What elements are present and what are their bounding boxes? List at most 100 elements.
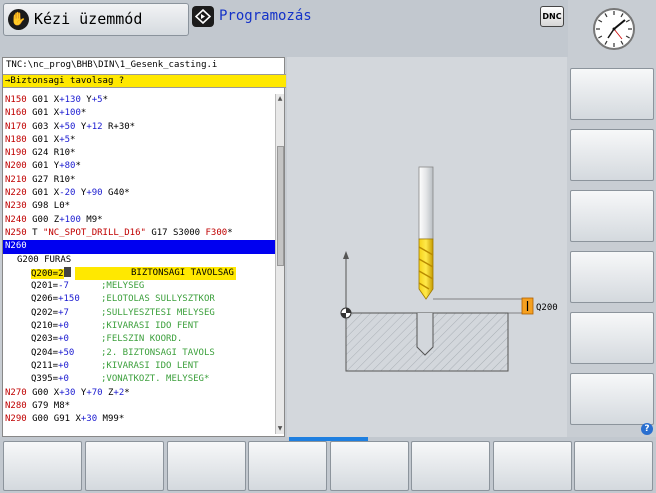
vertical-softkey-bar (568, 0, 656, 437)
line-number: N200 (5, 161, 27, 172)
line-code: G40* (102, 188, 130, 199)
program-line[interactable]: N240 G00 Z+100 M9* (3, 214, 275, 227)
tool-name: "NC_SPOT_DRILL_D16" (42, 227, 146, 238)
active-param-comment: BIZTONSAGI TAVOLSAG (75, 266, 236, 281)
vertical-softkey-6[interactable] (570, 373, 654, 425)
program-line-selected[interactable]: N260 (3, 240, 275, 254)
programming-mode-label: Programozás (219, 8, 312, 24)
scroll-up-arrow-icon[interactable]: ▲ (276, 95, 284, 103)
line-value: +2 (113, 387, 125, 398)
softkey-6[interactable] (411, 441, 490, 491)
program-line[interactable]: N280 G79 M8* (3, 400, 275, 413)
scrollbar-thumb[interactable] (277, 146, 284, 266)
softkey-7[interactable] (493, 441, 572, 491)
softkey-5[interactable] (330, 441, 409, 491)
param-name: Q211= (31, 360, 59, 371)
line-code: * (124, 387, 130, 398)
scroll-down-arrow-icon[interactable]: ▼ (276, 425, 284, 433)
param-name: Q206= (31, 294, 59, 305)
hand-icon: ✋ (8, 9, 29, 30)
param-value: +0 (58, 334, 69, 345)
program-line[interactable]: N160 G01 X+100* (3, 107, 275, 120)
softkey-1[interactable] (3, 441, 82, 491)
cycle-param-active[interactable]: Q200=2 BIZTONSAGI TAVOLSAG (3, 266, 275, 281)
cycle-param-line[interactable]: Q202=+7 ;SULLYESZTESI MELYSEG (3, 307, 275, 320)
active-param-value: Q200=2 (31, 268, 64, 279)
workpiece-shape (345, 312, 509, 372)
program-line[interactable]: N200 G01 Y+80* (3, 160, 275, 173)
cycle-param-line[interactable]: Q210=+0 ;KIVARASI IDO FENT (3, 320, 275, 333)
dialog-prompt: →Biztonsagi tavolsag ? (3, 74, 286, 88)
vertical-softkey-3[interactable] (570, 190, 654, 242)
program-line[interactable]: N190 G24 R10* (3, 147, 275, 160)
line-value: +100 (59, 108, 81, 119)
line-number: N170 (5, 121, 27, 132)
line-number: N290 (5, 414, 27, 425)
line-code: Y (75, 121, 87, 132)
vertical-softkey-5[interactable] (570, 312, 654, 364)
program-lines: N150 G01 X+130 Y+5* N160 G01 X+100* N170 G… (3, 94, 275, 426)
line-code: Z (102, 387, 114, 398)
param-comment: ;SULLYESZTESI MELYSEG (101, 307, 215, 318)
line-code: G17 S3000 (145, 227, 206, 238)
help-icon[interactable]: ? (641, 423, 653, 435)
line-code: G24 R10 (26, 148, 71, 159)
cycle-help-graphic: Q200 (287, 57, 567, 437)
param-comment: ;ELOTOLAS SULLYSZTKOR (101, 294, 215, 305)
program-line[interactable]: N170 G03 X+50 Y+12 R+30* (3, 121, 275, 134)
dnc-button[interactable]: DNC (540, 6, 564, 27)
param-name: Q210= (31, 321, 59, 332)
line-value: +90 (86, 188, 103, 199)
line-code: G01 X (26, 134, 60, 145)
program-editor[interactable]: TNC:\nc_prog\BHB\DIN\1_Gesenk_casting.i … (2, 57, 286, 437)
line-value: +30 (80, 414, 98, 425)
cycle-param-line[interactable]: Q206=+150 ;ELOTOLAS SULLYSZTKOR (3, 293, 275, 306)
program-line[interactable]: N180 G01 X+5* (3, 134, 275, 147)
line-number: N230 (5, 201, 27, 212)
text-cursor (63, 266, 71, 277)
cycle-header-line[interactable]: G200 FURAS (3, 254, 275, 267)
softkey-8[interactable] (574, 441, 653, 491)
program-line[interactable]: N270 G00 X+30 Y+70 Z+2* (3, 387, 275, 400)
program-line[interactable]: N250 T "NC_SPOT_DRILL_D16" G17 S3000 F30… (3, 227, 275, 240)
line-number: N260 (5, 241, 27, 252)
param-comment: ;FELSZIN KOORD. (101, 334, 183, 345)
cycle-param-line[interactable]: Q211=+0 ;KIVARASI IDO LENT (3, 360, 275, 373)
program-line[interactable]: N230 G98 L0* (3, 200, 275, 213)
cycle-param-line[interactable]: Q201=-7 ;MELYSEG (3, 280, 275, 293)
program-scrollbar[interactable]: ▲ ▼ (275, 94, 284, 434)
line-code: * (70, 148, 76, 159)
param-comment: ;VONATKOZT. MELYSEG* (101, 374, 210, 385)
vertical-softkey-4[interactable] (570, 251, 654, 303)
param-value: +0 (58, 321, 69, 332)
param-comment: ;KIVARASI IDO LENT (101, 360, 199, 371)
line-code: G27 R10 (26, 174, 71, 185)
manual-mode-label: Kézi üzemmód (34, 10, 143, 28)
cycle-param-line[interactable]: Q204=+50 ;2. BIZTONSAGI TAVOLS (3, 347, 275, 360)
cycle-param-line[interactable]: Q395=+0 ;VONATKOZT. MELYSEG* (3, 373, 275, 386)
softkey-3[interactable] (167, 441, 246, 491)
line-number: N180 (5, 134, 27, 145)
program-line[interactable]: N220 G01 X-20 Y+90 G40* (3, 187, 275, 200)
datum-point-icon (340, 307, 352, 319)
param-value: +7 (58, 307, 69, 318)
line-code: G98 L0 (26, 201, 65, 212)
vertical-softkey-2[interactable] (570, 129, 654, 181)
softkey-4[interactable] (248, 441, 327, 491)
softkey-2[interactable] (85, 441, 164, 491)
param-name: Q204= (31, 347, 59, 358)
line-code: * (118, 414, 125, 425)
line-value: -20 (59, 188, 76, 199)
line-number: N280 (5, 400, 27, 411)
line-code: * (75, 161, 81, 172)
line-code: * (64, 400, 71, 411)
param-value: +150 (58, 294, 80, 305)
manual-mode-tab[interactable]: ✋ Kézi üzemmód (3, 3, 189, 36)
cycle-param-line[interactable]: Q203=+0 ;FELSZIN KOORD. (3, 333, 275, 346)
program-line[interactable]: N150 G01 X+130 Y+5* (3, 94, 275, 107)
vertical-softkey-1[interactable] (570, 68, 654, 120)
program-line[interactable]: N210 G27 R10* (3, 174, 275, 187)
param-comment: ;MELYSEG (101, 281, 145, 292)
param-value: +0 (58, 360, 69, 371)
program-line[interactable]: N290 G00 G91 X+30 M99* (3, 413, 275, 426)
